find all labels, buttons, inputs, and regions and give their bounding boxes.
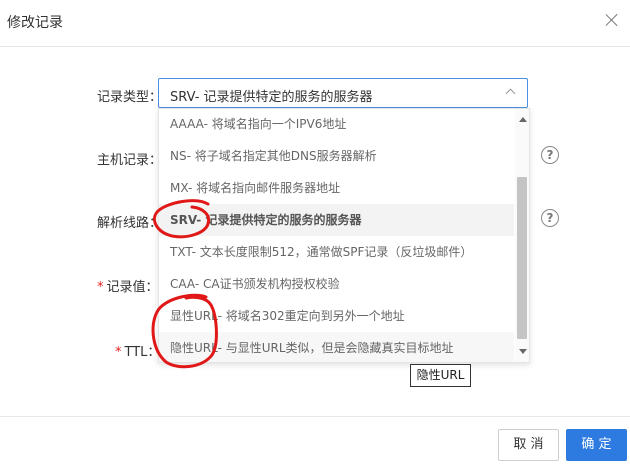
- required-mark: *: [115, 345, 122, 360]
- record-value-label-wrap: * 记录值：: [97, 276, 159, 295]
- dropdown-option-implicit-url[interactable]: 隐性URL- 与显性URL类似，但是会隐藏真实目标地址: [159, 332, 514, 362]
- scroll-down-icon[interactable]: [519, 349, 527, 354]
- dropdown-option-txt[interactable]: TXT- 文本长度限制512，通常做SPF记录（反垃圾邮件）: [159, 236, 514, 268]
- dropdown-option-explicit-url[interactable]: 显性URL- 将域名302重定向到另外一个地址: [159, 300, 514, 332]
- scroll-up-icon[interactable]: [519, 117, 527, 122]
- line-label: 解析线路：: [97, 216, 163, 231]
- edit-record-dialog: 修改记录 记录类型： 主机记录： 解析线路： * 记录值： * TTL： ? ? S…: [0, 0, 630, 468]
- dialog-footer: 取 消 确 定: [0, 416, 630, 469]
- cancel-button[interactable]: 取 消: [498, 429, 559, 461]
- dialog-header: 修改记录: [0, 0, 630, 47]
- dropdown-option-caa[interactable]: CAA- CA证书颁发机构授权校验: [159, 268, 514, 300]
- record-type-dropdown: AAAA- 将域名指向一个IPV6地址 NS- 将子域名指定其他DNS服务器解析…: [158, 108, 530, 363]
- chevron-up-icon: [505, 88, 516, 99]
- ttl-label: TTL：: [124, 345, 161, 360]
- confirm-button[interactable]: 确 定: [566, 429, 627, 461]
- help-icon[interactable]: ?: [541, 209, 559, 227]
- record-type-select-value: SRV- 记录提供特定的服务的服务器: [170, 90, 373, 105]
- dialog-title: 修改记录: [7, 15, 63, 31]
- host-label: 主机记录：: [97, 153, 163, 168]
- record-value-label: 记录值：: [106, 280, 159, 295]
- dropdown-option-srv[interactable]: SRV- 记录提供特定的服务的服务器: [159, 204, 514, 236]
- option-tooltip: 隐性URL: [410, 364, 471, 387]
- close-icon[interactable]: [604, 12, 620, 28]
- required-mark: *: [97, 280, 104, 295]
- record-type-select[interactable]: SRV- 记录提供特定的服务的服务器: [158, 78, 528, 108]
- dropdown-option-mx[interactable]: MX- 将域名指向邮件服务器地址: [159, 172, 514, 204]
- help-icon[interactable]: ?: [541, 146, 559, 164]
- ttl-label-wrap: * TTL：: [115, 341, 160, 360]
- record-type-label: 记录类型：: [97, 90, 163, 105]
- dropdown-option-ns[interactable]: NS- 将子域名指定其他DNS服务器解析: [159, 140, 514, 172]
- dropdown-option-aaaa[interactable]: AAAA- 将域名指向一个IPV6地址: [159, 109, 514, 140]
- scrollbar-thumb[interactable]: [517, 177, 527, 339]
